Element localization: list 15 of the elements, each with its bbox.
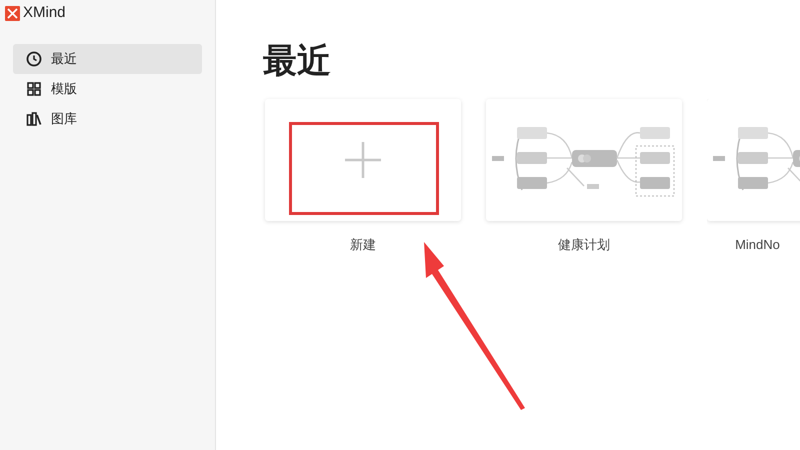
card-label: MindNo: [734, 236, 780, 254]
sidebar-item[interactable]: 模版: [13, 74, 202, 104]
sidebar-item[interactable]: 最近: [13, 44, 202, 74]
sidebar-item[interactable]: 图库: [13, 104, 202, 134]
page-heading: 最近: [263, 41, 331, 82]
grid-icon: [26, 81, 42, 97]
new-map-card[interactable]: [265, 99, 461, 221]
template-card[interactable]: [486, 99, 682, 221]
plus-icon: [345, 142, 381, 178]
clock-icon: [26, 51, 42, 67]
books-icon: [26, 111, 42, 127]
logo-icon: [5, 6, 20, 20]
card-label: 新建: [350, 236, 376, 254]
app-name: XMind: [23, 2, 66, 23]
card-label: 健康计划: [558, 236, 610, 254]
